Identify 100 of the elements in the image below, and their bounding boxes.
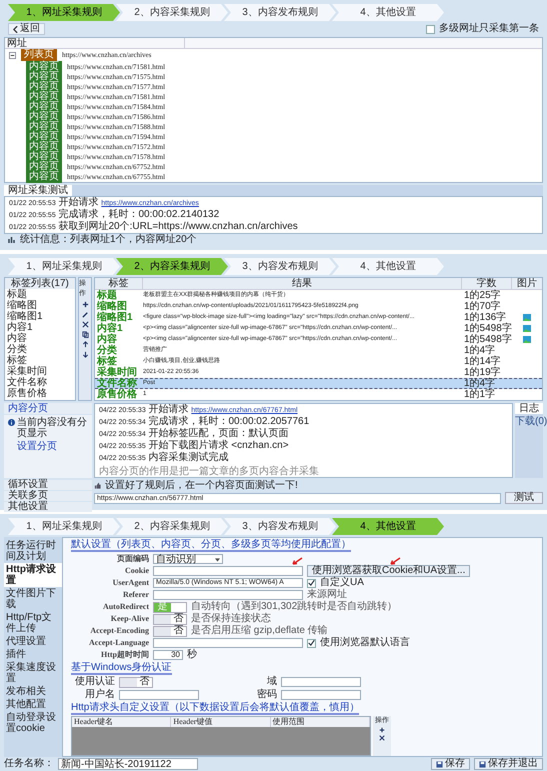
browser-cookie-button[interactable]: 使用浏览器获取Cookie和UA设置... [307,565,470,577]
text-field[interactable] [119,690,199,700]
toggle-switch[interactable]: 否 [153,614,187,624]
step-tab[interactable]: 3、内容发布规则 [224,518,336,535]
tag-list-item[interactable]: 内容1 [5,322,75,333]
field-label: 域 [266,677,277,687]
step-tab[interactable]: 2、内容采集规则 [116,4,228,21]
save-icon [479,760,486,768]
log-tab[interactable]: 网址采集测试 [4,185,72,196]
unit-text: 秒 [187,650,197,660]
dropdown-caret-icon[interactable] [215,558,220,562]
table-cell-text: 原售价格 [96,389,138,400]
text-field[interactable] [281,690,361,700]
field-note: 是否保持连接状态 [191,614,271,624]
text-field[interactable] [153,590,303,600]
tag-list-item[interactable]: 原售价格 [5,388,75,399]
step-tab[interactable]: 3、内容发布规则 [224,4,336,21]
table-cell-text: 1的4字 [463,378,496,389]
page-type-tag: 内容页 [27,142,61,152]
sidebar-item[interactable]: 文件图片下载 [4,587,62,611]
sidebar-item[interactable]: Http/Ftp文件上传 [4,611,62,635]
section-header[interactable]: 内容分页 [4,403,92,414]
section-heading: 默认设置（列表页、内容页、分页、多级多页等均使用此配置） [71,539,351,552]
step-tab[interactable]: 1、网址采集规则 [8,4,120,21]
text-field[interactable] [153,566,303,576]
sidebar-item[interactable]: 代理设置 [4,635,62,648]
step-tab[interactable]: 3、内容发布规则 [224,258,336,275]
page-type-tag: 列表页 [22,50,56,60]
sidebar-item[interactable]: 其他配置 [4,698,62,711]
page-type-tag: 内容页 [27,172,61,182]
sidebar-item[interactable]: 插件 [4,648,62,661]
checkbox[interactable] [307,578,316,588]
list-header: 标签列表(17) [5,278,75,289]
tag-list-item[interactable]: 缩略图1 [5,311,75,322]
sidebar-item[interactable]: Http请求设置 [4,563,62,587]
side-tab[interactable]: 日志 [515,403,543,414]
step-tab[interactable]: 4、其他设置 [332,258,444,275]
tag-list-item[interactable]: 分类 [5,344,75,355]
tag-list-item[interactable]: 内容 [5,333,75,344]
toggle-switch[interactable]: 否 [153,626,187,636]
tag-list-item[interactable]: 文件名称 [5,377,75,388]
copy-icon[interactable] [82,331,88,338]
step-tab[interactable]: 4、其他设置 [332,518,444,535]
tag-list-item[interactable]: 采集时间 [5,366,75,377]
step-tab[interactable]: 2、内容采集规则 [116,258,228,275]
field-note: 是否启用压缩 gzip,deflate 传输 [191,626,328,636]
back-button[interactable]: 返回 [8,23,45,35]
sidebar-item[interactable]: 自动登录设置cookie [4,711,62,735]
info-text: 当前内容没有分页显示 [17,417,88,439]
page-type-tag: 内容页 [27,162,61,172]
paging-link[interactable]: 设置分页 [8,441,88,452]
edit-icon[interactable] [82,311,88,318]
info-icon [8,419,15,426]
text-field[interactable] [153,638,303,648]
tag-list-item[interactable]: 缩略图 [5,300,75,311]
sidebar-item[interactable]: 任务运行时间及计划 [4,539,62,563]
checkbox[interactable] [426,24,435,34]
table-cell-text: 内容1 [96,323,124,334]
step-tab[interactable]: 1、网址采集规则 [8,518,120,535]
delete-icon[interactable] [82,321,88,328]
field-label: 页面编码 [116,553,149,565]
add-icon[interactable] [82,301,88,308]
accordion-header[interactable]: 其他设置 [4,502,92,512]
arrow-drawing [389,557,401,565]
text-field[interactable] [281,677,361,687]
checkbox[interactable] [307,638,316,648]
step-tab[interactable]: 4、其他设置 [332,4,444,21]
arrow-down-icon[interactable] [82,351,88,358]
accordion-header[interactable]: 循环设置 [4,480,92,490]
note-text: 内容分页的作用是把一篇文章的多页内容合并采集 [99,466,320,477]
step-tab[interactable]: 2、内容采集规则 [116,518,228,535]
column-header: 图片 [516,278,538,289]
table-cell-text: 1的1字 [463,389,496,400]
timeout-field[interactable]: 30 [153,650,183,660]
tag-list-item[interactable]: 标签 [5,355,75,366]
table-cell-text: 1的136字 [463,312,506,323]
add-icon[interactable] [379,727,385,733]
table-cell-text: 缩略图1 [96,312,134,323]
sidebar-item[interactable]: 发布相关 [4,685,62,698]
toggle-switch[interactable]: 否 [119,676,153,688]
save-button[interactable]: 保存并退出 [474,758,543,770]
step-tab[interactable]: 1、网址采集规则 [8,258,120,275]
field-label: 用户名 [84,690,115,700]
collapse-icon[interactable] [9,52,16,58]
tag-list-item[interactable]: 标题 [5,289,75,300]
back-icon [13,26,18,32]
arrow-drawing [291,557,303,565]
chart-icon [8,236,16,244]
sidebar-item[interactable]: 采集速度设置 [4,661,62,685]
field-label: 使用认证 [74,677,115,687]
arrow-up-icon[interactable] [82,341,88,348]
test-button[interactable]: 测试 [505,492,543,504]
column-header: 网址 [5,38,185,48]
task-name-field[interactable]: 新闻-中国站长-20191122 [58,758,198,770]
table-cell-text: 采集时间 [96,367,138,378]
delete-icon[interactable] [379,735,385,741]
accordion-header[interactable]: 关联多页 [4,491,92,501]
field-label: AutoRedirect [102,601,149,613]
encoding-select[interactable]: 自动识别 [153,554,223,564]
save-button[interactable]: 保存 [431,758,470,770]
